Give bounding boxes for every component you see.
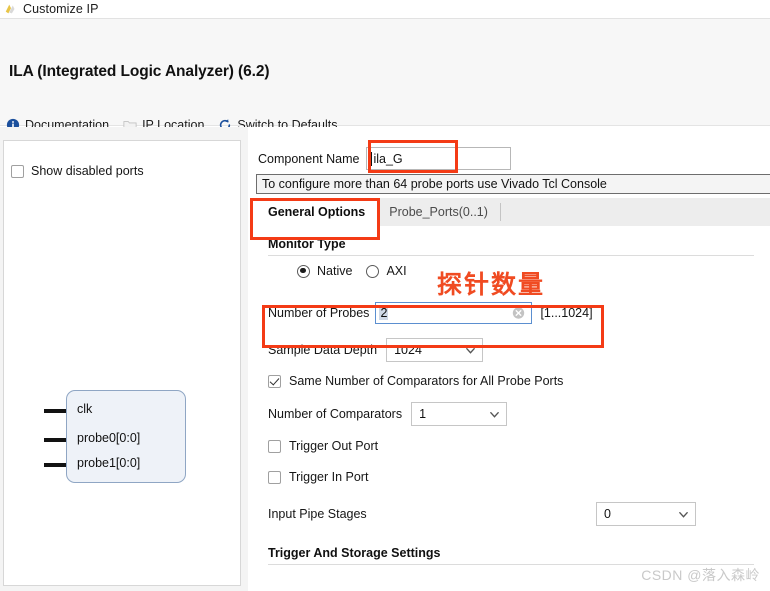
component-name-label: Component Name (258, 151, 360, 166)
number-of-comparators-row: Number of Comparators 1 (268, 402, 508, 426)
ip-symbol-panel: Show disabled ports clk probe0[0:0] prob… (3, 140, 241, 586)
tab-probe-ports-label: Probe_Ports(0..1) (389, 205, 488, 219)
ip-config-panel: Component Name ila_G To configure more t… (248, 127, 770, 591)
sample-data-depth-combo[interactable]: 1024 (386, 338, 484, 362)
tab-probe-ports[interactable]: Probe_Ports(0..1) (377, 198, 500, 226)
clear-circle-icon[interactable] (512, 307, 525, 320)
ip-block-symbol: clk probe0[0:0] probe1[0:0] (44, 390, 186, 483)
watermark: CSDN @落入森岭 (641, 567, 760, 583)
monitor-type-group: Monitor Type (268, 237, 754, 256)
number-of-comparators-combo[interactable]: 1 (411, 402, 508, 426)
show-disabled-ports-row[interactable]: Show disabled ports (11, 164, 144, 178)
number-of-probes-input[interactable]: 2 (375, 302, 533, 324)
monitor-type-rule (268, 255, 754, 256)
trigger-storage-settings-title: Trigger And Storage Settings (268, 546, 441, 560)
vivado-ip-icon (5, 4, 15, 14)
monitor-type-radio-group: Native AXI (297, 264, 407, 278)
number-of-comparators-label: Number of Comparators (268, 407, 403, 421)
info-message-text: To configure more than 64 probe ports us… (262, 177, 607, 191)
input-pipe-stages-label: Input Pipe Stages (268, 507, 367, 521)
trigger-in-port-row[interactable]: Trigger In Port (268, 470, 368, 484)
chevron-down-icon (466, 347, 475, 354)
input-pipe-stages-value: 0 (604, 507, 611, 521)
number-of-probes-value: 2 (379, 306, 389, 320)
component-name-input[interactable]: ila_G (366, 147, 512, 170)
monitor-type-native-radio[interactable] (297, 264, 310, 278)
chevron-down-icon (679, 511, 688, 518)
ip-port-label-probe1: probe1[0:0] (77, 456, 141, 470)
sample-data-depth-value: 1024 (394, 343, 422, 357)
text-caret (371, 151, 373, 166)
number-of-probes-row: Number of Probes 2 [1...1024] (268, 302, 593, 324)
show-disabled-ports-label: Show disabled ports (31, 164, 144, 178)
same-comparators-label: Same Number of Comparators for All Probe… (289, 374, 564, 388)
same-comparators-checkbox[interactable] (268, 374, 281, 388)
tab-general-options-label: General Options (268, 205, 366, 219)
trigger-in-port-label: Trigger In Port (289, 470, 369, 484)
config-tabstrip: General Options Probe_Ports(0..1) (256, 198, 770, 227)
trigger-out-port-checkbox[interactable] (268, 439, 281, 453)
ip-port-label-clk: clk (77, 402, 93, 416)
show-disabled-ports-checkbox[interactable] (11, 164, 24, 178)
monitor-type-axi-label: AXI (386, 264, 407, 278)
monitor-type-native-label: Native (317, 264, 353, 278)
ip-pin-probe0 (44, 438, 66, 442)
page-title: ILA (Integrated Logic Analyzer) (6.2) (9, 63, 270, 80)
ip-port-label-probe0: probe0[0:0] (77, 431, 141, 445)
dialog-body: Show disabled ports clk probe0[0:0] prob… (0, 127, 770, 591)
same-comparators-row[interactable]: Same Number of Comparators for All Probe… (268, 374, 563, 388)
tab-general-options[interactable]: General Options (256, 198, 378, 226)
ip-header: ILA (Integrated Logic Analyzer) (6.2) Do… (0, 19, 770, 132)
input-pipe-stages-combo[interactable]: 0 (596, 502, 696, 526)
ip-pin-probe1 (44, 463, 66, 467)
number-of-probes-label: Number of Probes (268, 306, 370, 320)
trigger-out-port-row[interactable]: Trigger Out Port (268, 439, 378, 453)
window-title: Customize IP (23, 2, 99, 16)
trigger-out-port-label: Trigger Out Port (289, 439, 379, 453)
window-titlebar: Customize IP (0, 0, 770, 19)
number-of-comparators-value: 1 (419, 407, 427, 421)
monitor-type-axi-radio[interactable] (366, 264, 380, 278)
monitor-type-title: Monitor Type (268, 237, 346, 251)
info-message-bar: To configure more than 64 probe ports us… (256, 174, 770, 194)
number-of-probes-range-hint: [1...1024] (540, 306, 593, 320)
sample-data-depth-row: Sample Data Depth 1024 (268, 338, 484, 362)
component-name-row: Component Name ila_G (258, 147, 763, 170)
trigger-in-port-checkbox[interactable] (268, 470, 281, 484)
trigger-storage-settings-group: Trigger And Storage Settings (268, 546, 754, 565)
ip-pin-clk (44, 409, 66, 413)
tabstrip-divider (499, 203, 501, 221)
sample-data-depth-label: Sample Data Depth (268, 343, 378, 357)
annotation-callout-text: 探针数量 (437, 270, 546, 299)
component-name-value: ila_G (373, 151, 403, 166)
chevron-down-icon (490, 411, 499, 418)
input-pipe-stages-row: Input Pipe Stages 0 (268, 502, 754, 526)
